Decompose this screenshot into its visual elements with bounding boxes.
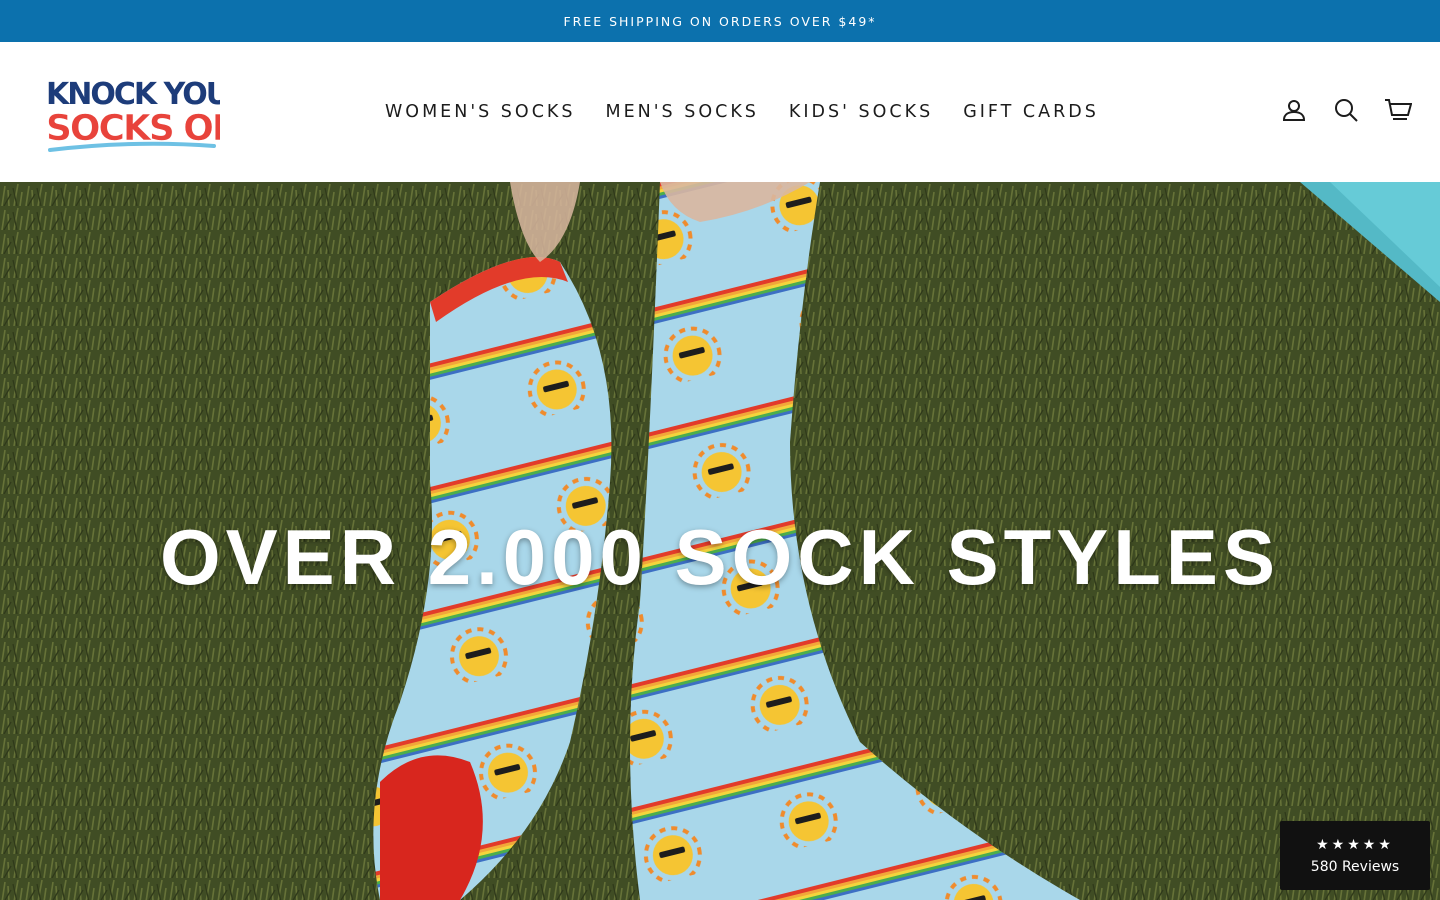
hero-title: OVER 2.000 SOCK STYLES	[159, 513, 1280, 601]
review-count: 580 Reviews	[1310, 858, 1400, 875]
rating-stars: ★★★★★	[1316, 836, 1394, 853]
nav-gift-cards[interactable]: GIFT CARDS	[948, 102, 1114, 122]
reviews-badge[interactable]: ★★★★★ 580 Reviews	[1280, 821, 1430, 890]
announcement-bar: FREE SHIPPING ON ORDERS OVER $49*	[0, 0, 1440, 42]
main-nav: WOMEN'S SOCKS MEN'S SOCKS KIDS' SOCKS GI…	[370, 98, 1114, 126]
search-icon[interactable]	[1332, 96, 1360, 124]
cart-icon[interactable]	[1384, 96, 1412, 124]
site-header: KNOCK YOUR SOCKS OFF WOMEN'S SOCKS MEN'S…	[0, 42, 1440, 182]
user-icon[interactable]	[1280, 96, 1308, 124]
brand-logo[interactable]: KNOCK YOUR SOCKS OFF	[44, 70, 259, 154]
announcement-text: FREE SHIPPING ON ORDERS OVER $49*	[563, 13, 877, 29]
nav-womens-socks[interactable]: WOMEN'S SOCKS	[370, 102, 591, 122]
hero-banner[interactable]: OVER 2.000 SOCK STYLES	[0, 182, 1440, 900]
header-actions	[1280, 96, 1412, 124]
nav-mens-socks[interactable]: MEN'S SOCKS	[591, 102, 774, 122]
nav-kids-socks[interactable]: KIDS' SOCKS	[774, 102, 948, 122]
logo-line-1: KNOCK YOUR	[46, 77, 220, 112]
